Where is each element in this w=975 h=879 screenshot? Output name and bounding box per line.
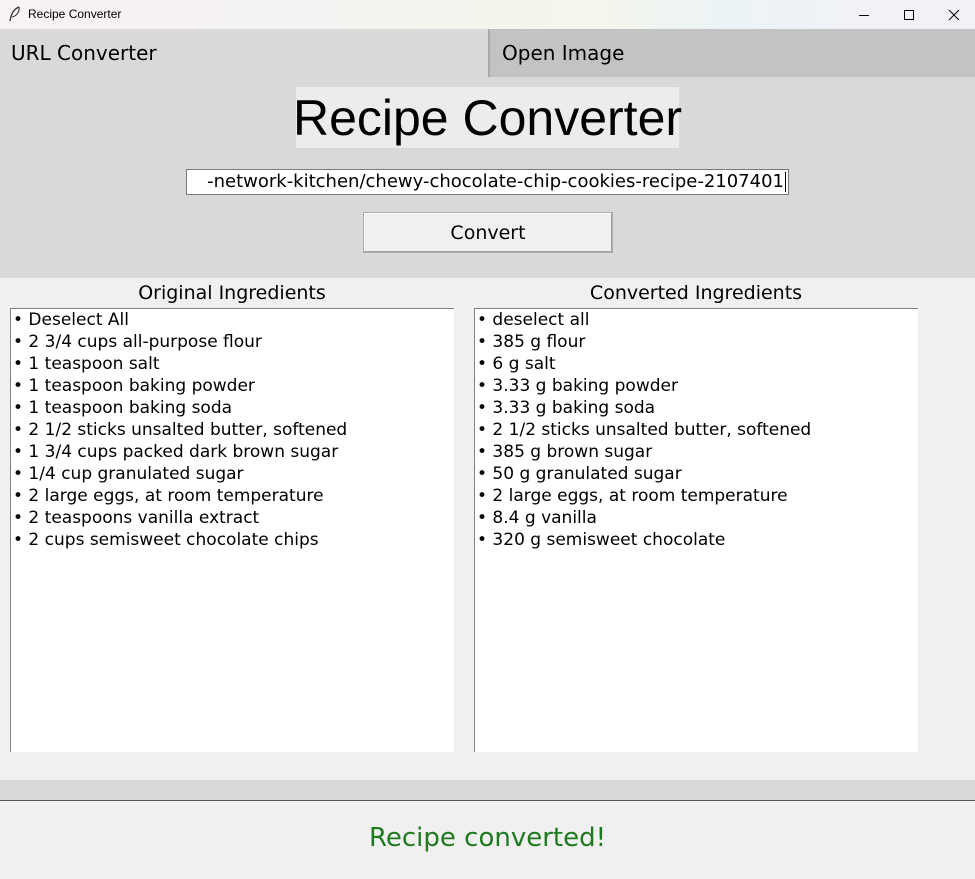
- list-item[interactable]: • 1 teaspoon baking soda: [11, 397, 454, 419]
- feather-icon: [8, 6, 22, 22]
- converted-ingredients-list[interactable]: • deselect all • 385 g flour • 6 g salt • 3…: [474, 308, 918, 752]
- separator-strip: [0, 780, 975, 800]
- status-area: Recipe converted!: [0, 800, 975, 879]
- list-item[interactable]: • 2 1/2 sticks unsalted butter, softened: [11, 419, 454, 441]
- list-item[interactable]: • 3.33 g baking powder: [475, 375, 918, 397]
- url-input[interactable]: -network-kitchen/chewy-chocolate-chip-co…: [186, 169, 789, 195]
- list-item[interactable]: • 385 g flour: [475, 331, 918, 353]
- header-area: Recipe Converter -network-kitchen/chewy-…: [0, 77, 975, 278]
- list-item[interactable]: • 8.4 g vanilla: [475, 507, 918, 529]
- maximize-button[interactable]: [886, 0, 932, 29]
- list-item[interactable]: • 2 cups semisweet chocolate chips: [11, 529, 454, 551]
- original-ingredients-label: Original Ingredients: [138, 282, 326, 304]
- text-caret: [785, 172, 786, 192]
- list-item[interactable]: • 1/4 cup granulated sugar: [11, 463, 454, 485]
- list-item[interactable]: • 2 large eggs, at room temperature: [475, 485, 918, 507]
- list-item[interactable]: • 2 3/4 cups all-purpose flour: [11, 331, 454, 353]
- list-item[interactable]: • 1 3/4 cups packed dark brown sugar: [11, 441, 454, 463]
- list-item[interactable]: • 2 teaspoons vanilla extract: [11, 507, 454, 529]
- status-message: Recipe converted!: [368, 823, 607, 853]
- maximize-icon: [904, 9, 914, 20]
- list-item[interactable]: • 2 large eggs, at room temperature: [11, 485, 454, 507]
- original-ingredients-list[interactable]: • Deselect All • 2 3/4 cups all-purpose f…: [10, 308, 454, 752]
- tab-bar: URL Converter Open Image: [0, 29, 975, 77]
- convert-button[interactable]: Convert: [363, 212, 613, 253]
- list-item[interactable]: • Deselect All: [11, 309, 454, 331]
- list-item[interactable]: • 385 g brown sugar: [475, 441, 918, 463]
- converted-ingredients-label: Converted Ingredients: [589, 282, 803, 304]
- close-button[interactable]: [931, 0, 975, 29]
- list-item[interactable]: • 1 teaspoon baking powder: [11, 375, 454, 397]
- list-item[interactable]: • 3.33 g baking soda: [475, 397, 918, 419]
- window-title: Recipe Converter: [28, 7, 122, 21]
- list-item[interactable]: • 320 g semisweet chocolate: [475, 529, 918, 551]
- close-icon: [948, 9, 960, 20]
- minimize-button[interactable]: [841, 0, 887, 29]
- minimize-icon: [859, 14, 869, 16]
- url-input-value: -network-kitchen/chewy-chocolate-chip-co…: [207, 171, 784, 192]
- page-title: Recipe Converter: [293, 87, 682, 148]
- tab-url-converter[interactable]: URL Converter: [0, 29, 488, 77]
- tab-open-image[interactable]: Open Image: [488, 29, 975, 77]
- list-item[interactable]: • 50 g granulated sugar: [475, 463, 918, 485]
- list-item[interactable]: • 2 1/2 sticks unsalted butter, softened: [475, 419, 918, 441]
- list-item[interactable]: • deselect all: [475, 309, 918, 331]
- list-item[interactable]: • 6 g salt: [475, 353, 918, 375]
- title-bar: Recipe Converter: [0, 0, 975, 29]
- list-item[interactable]: • 1 teaspoon salt: [11, 353, 454, 375]
